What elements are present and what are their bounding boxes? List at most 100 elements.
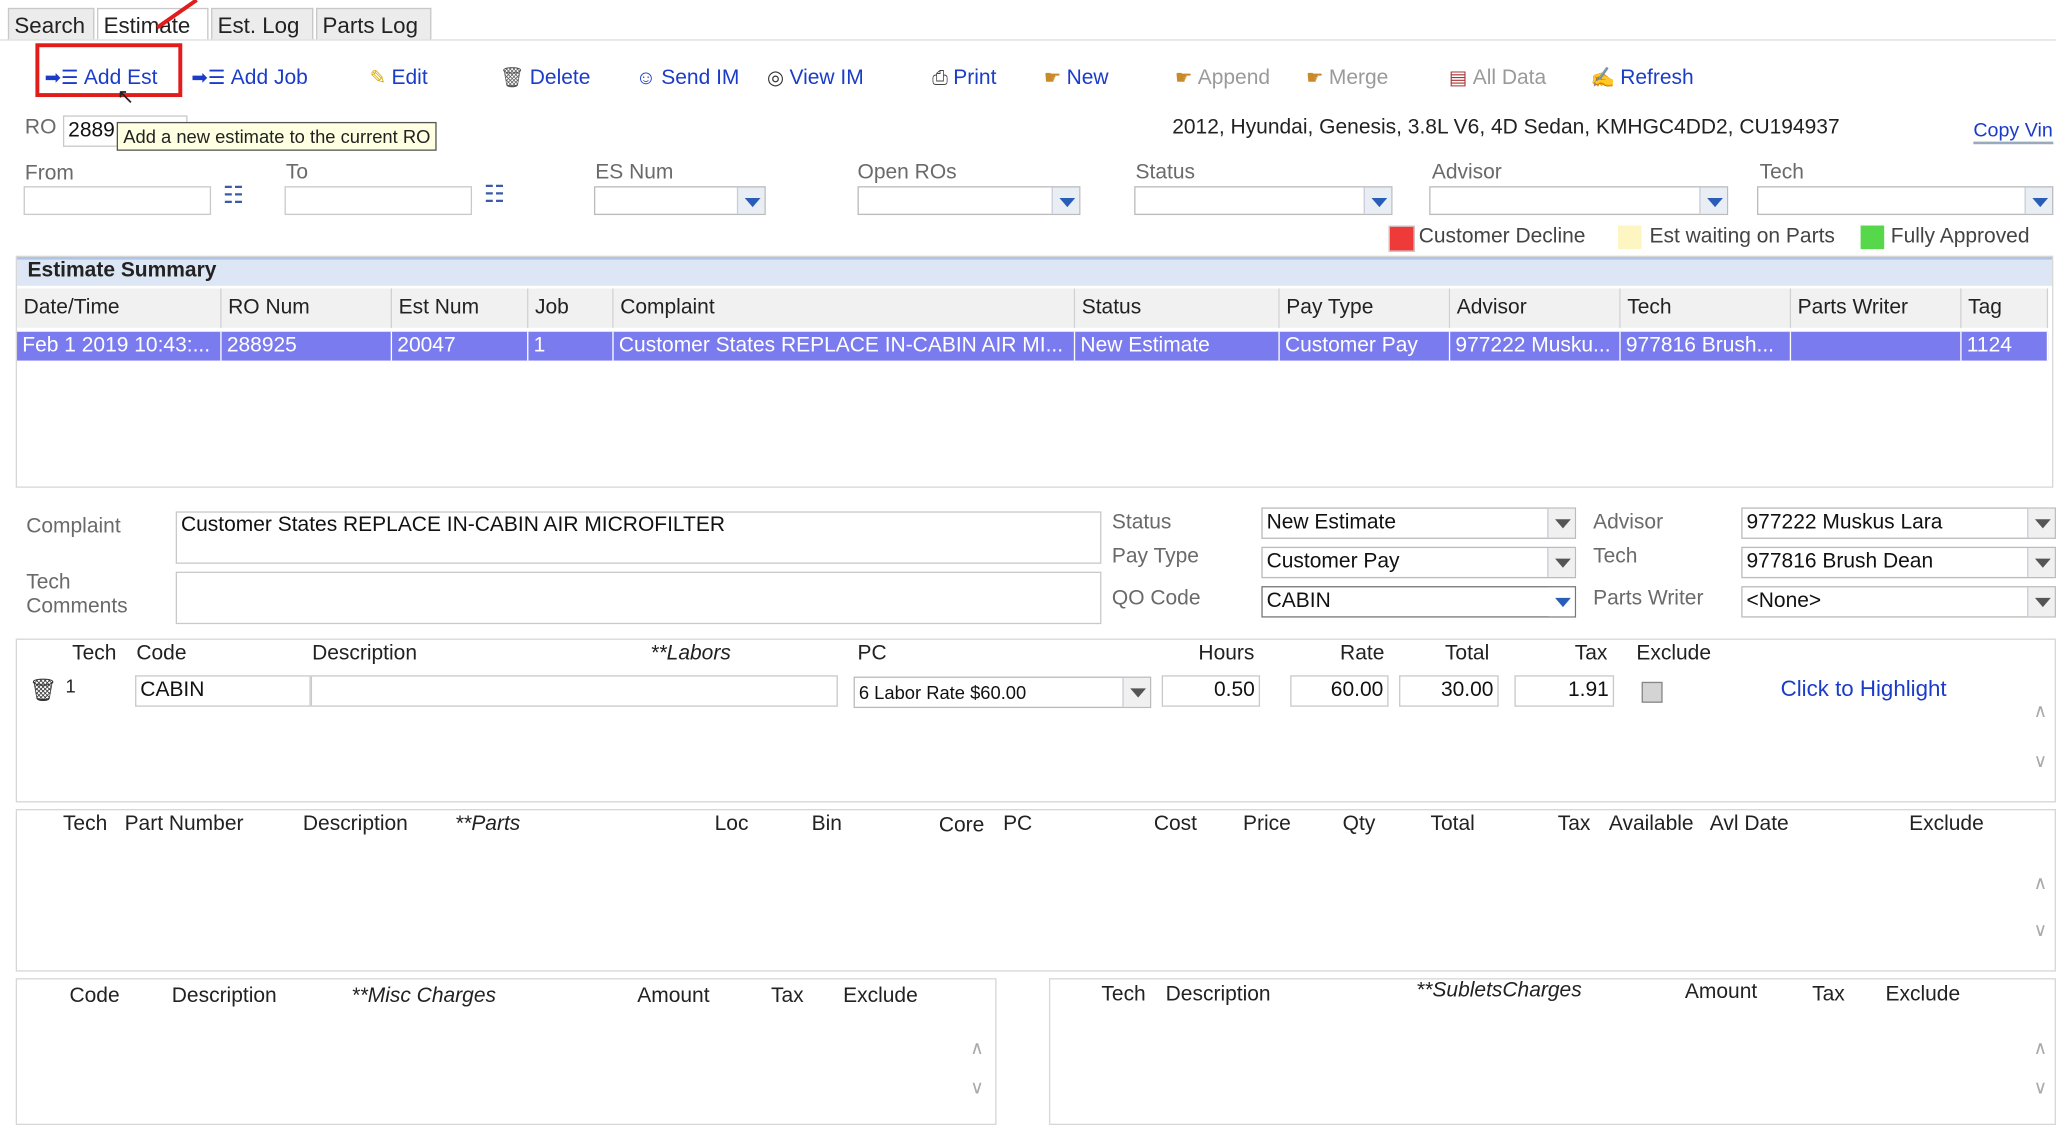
sublets-tech-header: Tech: [1101, 983, 1146, 1006]
cell-tech: 977816 Brush...: [1621, 331, 1792, 361]
tech-comments-input[interactable]: [175, 571, 1102, 625]
column-header-date-time[interactable]: Date/Time: [17, 288, 222, 328]
tech-filter-dropdown[interactable]: [1757, 186, 2054, 216]
pay-type-dropdown[interactable]: Customer Pay: [1261, 546, 1577, 579]
qo-code-combobox[interactable]: CABIN: [1261, 586, 1577, 618]
sublets-amount-header: Amount: [1684, 980, 1758, 1004]
tech-label: Tech: [1593, 545, 1638, 568]
misc-code-header: Code: [69, 984, 120, 1008]
column-header-advisor[interactable]: Advisor: [1450, 288, 1621, 328]
merge-button[interactable]: ☛ Merge: [1306, 63, 1388, 94]
hand-icon: ☛: [1305, 66, 1324, 90]
summary-header-band: [17, 256, 2053, 286]
sublets-section-title: **SubletsCharges: [1416, 979, 1582, 1002]
column-header-status[interactable]: Status: [1075, 288, 1280, 328]
all-data-button[interactable]: ▤ All Data: [1449, 63, 1546, 94]
refresh-button[interactable]: ✍ Refresh: [1590, 63, 1693, 94]
scroll-down-icon[interactable]: ∨: [2034, 1076, 2047, 1098]
scroll-down-icon[interactable]: ∨: [970, 1076, 983, 1098]
tech-dropdown[interactable]: 977816 Brush Dean: [1741, 546, 2056, 579]
parts-pc-header: PC: [1003, 812, 1033, 836]
append-button[interactable]: ☛ Append: [1175, 63, 1270, 94]
refresh-icon: ✍: [1590, 66, 1615, 90]
advisor-filter-dropdown[interactable]: [1429, 186, 1729, 216]
labor-tax-input[interactable]: 1.91: [1514, 675, 1615, 707]
labor-exclude-checkbox[interactable]: [1641, 681, 1663, 703]
parts-qty-header: Qty: [1342, 812, 1376, 836]
legend-swatch-waiting: [1618, 225, 1642, 250]
chevron-down-icon: [1547, 508, 1575, 538]
column-header-est-num[interactable]: Est Num: [392, 288, 529, 328]
labor-total-input[interactable]: 30.00: [1399, 675, 1499, 707]
cell-parts-writer: [1791, 331, 1962, 361]
scroll-up-icon[interactable]: ∧: [2034, 872, 2047, 894]
summary-title: Estimate Summary: [27, 259, 217, 282]
labor-pc-dropdown[interactable]: 6 Labor Rate $60.00: [853, 676, 1152, 709]
trash-icon[interactable]: 🗑: [29, 678, 57, 704]
calendar-icon[interactable]: ☷: [223, 182, 244, 210]
labor-code-input[interactable]: CABIN: [135, 675, 311, 707]
column-header-job[interactable]: Job: [528, 288, 614, 328]
view-im-button[interactable]: ◎ View IM: [767, 63, 864, 94]
tab-est-log[interactable]: Est. Log: [211, 7, 314, 40]
copy-vin-button[interactable]: Copy Vin: [1973, 119, 2053, 145]
column-header-tech[interactable]: Tech: [1620, 288, 1792, 328]
add-job-icon: ➡☰: [191, 66, 226, 90]
complaint-input[interactable]: Customer States REPLACE IN-CABIN AIR MIC…: [175, 511, 1102, 564]
chevron-down-icon: [1548, 587, 1575, 617]
status-label: Status: [1111, 511, 1172, 534]
labor-code-header: Code: [136, 642, 187, 665]
scroll-down-icon[interactable]: ∨: [2034, 750, 2047, 772]
column-header-pay-type[interactable]: Pay Type: [1279, 288, 1451, 328]
to-date-input[interactable]: [284, 186, 473, 216]
column-header-ro-num[interactable]: RO Num: [221, 288, 393, 328]
legend-label-approved: Fully Approved: [1890, 225, 2030, 248]
parts-tech-header: Tech: [62, 812, 108, 836]
column-header-complaint[interactable]: Complaint: [613, 288, 1076, 328]
sublets-exclude-header: Exclude: [1885, 983, 1961, 1006]
labor-description-input[interactable]: [310, 675, 838, 707]
status-dropdown[interactable]: New Estimate: [1261, 507, 1577, 539]
advisor-dropdown[interactable]: 977222 Muskus Lara: [1741, 507, 2056, 539]
scroll-up-icon[interactable]: ∧: [2034, 1037, 2047, 1059]
edit-button[interactable]: ✎ Edit: [370, 63, 428, 94]
parts-cost-header: Cost: [1153, 812, 1198, 836]
print-button[interactable]: ⎙ Print: [932, 63, 996, 94]
legend-swatch-decline: [1388, 225, 1415, 252]
new-label: New: [1066, 66, 1109, 90]
labor-hours-input[interactable]: 0.50: [1161, 675, 1261, 707]
scroll-up-icon[interactable]: ∧: [2034, 700, 2047, 722]
chevron-down-icon: [1363, 187, 1392, 214]
from-date-input[interactable]: [23, 186, 212, 216]
es-num-dropdown[interactable]: [593, 186, 766, 216]
labor-rate-input[interactable]: 60.00: [1290, 675, 1389, 707]
parts-writer-dropdown[interactable]: <None>: [1741, 586, 2056, 618]
send-im-label: Send IM: [661, 66, 740, 90]
tab-search[interactable]: Search: [7, 7, 95, 40]
tab-parts-log[interactable]: Parts Log: [315, 7, 432, 40]
chevron-down-icon: [2027, 587, 2055, 617]
parts-core-header: Core: [938, 814, 985, 837]
column-header-parts-writer[interactable]: Parts Writer: [1791, 288, 1962, 328]
scroll-down-icon[interactable]: ∨: [2034, 919, 2047, 941]
people-icon: ☺: [635, 66, 657, 90]
tab-divider: [0, 39, 2056, 41]
new-button[interactable]: ☛ New: [1044, 63, 1109, 94]
parts-section-title: **Parts: [454, 812, 521, 836]
open-ros-dropdown[interactable]: [857, 186, 1081, 216]
labors-section-title: **Labors: [650, 642, 731, 665]
add-job-button[interactable]: ➡☰ Add Job: [191, 63, 307, 94]
parts-exclude-header: Exclude: [1909, 812, 1984, 836]
binoculars-icon: ◎: [767, 66, 785, 90]
parts-available-header: Available: [1608, 812, 1694, 836]
advisor-label: Advisor: [1593, 511, 1664, 534]
column-header-tag[interactable]: Tag: [1961, 288, 2049, 328]
delete-button[interactable]: 🗑 Delete: [500, 63, 591, 94]
status-filter-dropdown[interactable]: [1134, 186, 1393, 216]
tooltip: Add a new estimate to the current RO: [116, 121, 437, 151]
send-im-button[interactable]: ☺ Send IM: [636, 63, 739, 94]
cell-complaint: Customer States REPLACE IN-CABIN AIR MI.…: [614, 331, 1076, 361]
calendar-icon[interactable]: ☷: [484, 181, 505, 209]
click-to-highlight-link[interactable]: Click to Highlight: [1781, 677, 1947, 703]
scroll-up-icon[interactable]: ∧: [970, 1037, 983, 1059]
